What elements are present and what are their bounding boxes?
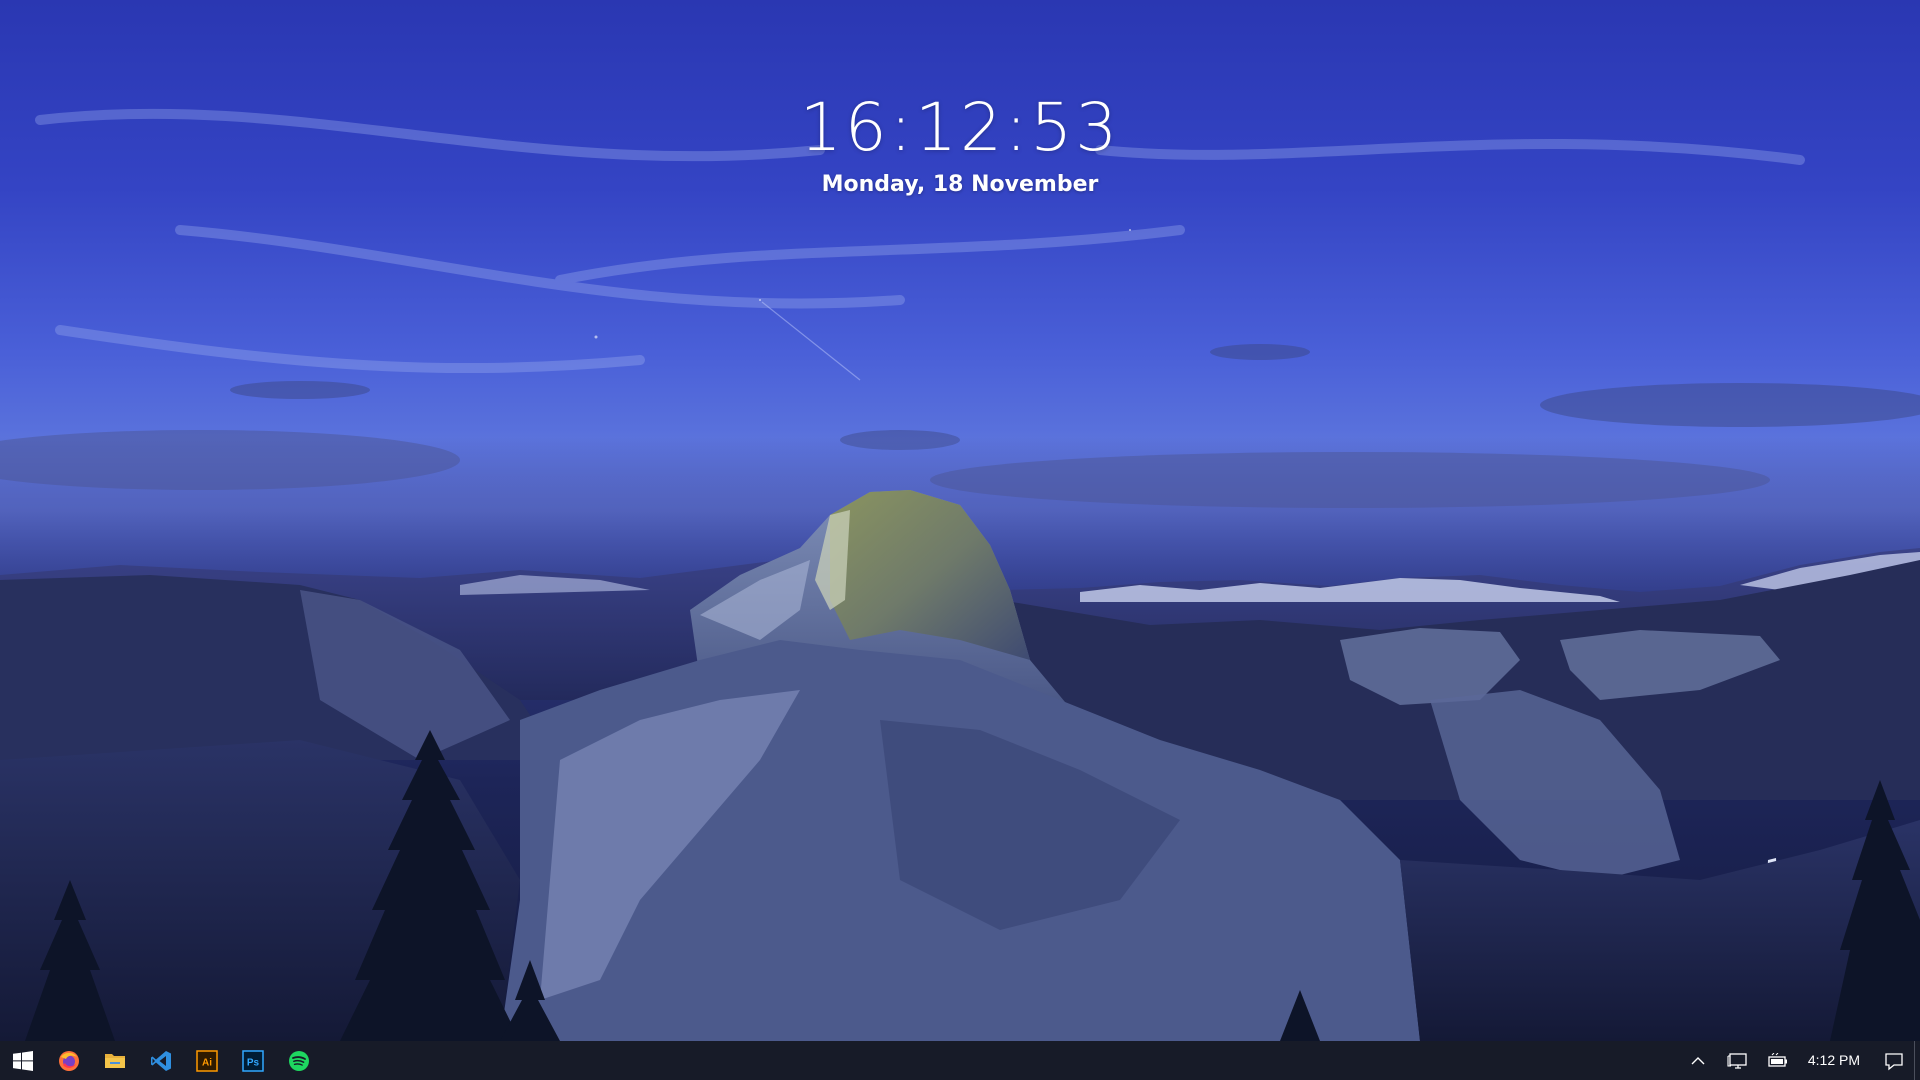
svg-text:Ai: Ai [202, 1057, 212, 1068]
firefox-icon [59, 1050, 79, 1071]
desktop-clock-widget: 16:12:53 Monday, 18 November [760, 88, 1160, 200]
taskbar-vscode-button[interactable] [138, 1041, 184, 1080]
network-status-button[interactable] [1718, 1041, 1758, 1080]
photoshop-icon: Ps [242, 1049, 264, 1072]
vscode-icon [151, 1050, 171, 1071]
svg-text:Ps: Ps [247, 1057, 260, 1068]
taskbar-spotify-button[interactable] [276, 1041, 322, 1080]
network-icon [1727, 1052, 1747, 1069]
windows-logo-icon [13, 1050, 33, 1071]
show-hidden-icons-button[interactable] [1678, 1041, 1718, 1080]
taskbar-photoshop-button[interactable]: Ps [230, 1041, 276, 1080]
spotify-icon [289, 1050, 309, 1071]
chevron-up-icon [1691, 1056, 1705, 1064]
system-tray: 4:12 PM [1678, 1041, 1920, 1080]
clock-date: Monday, 18 November [821, 172, 1099, 197]
start-button[interactable] [0, 1041, 46, 1080]
clock-time: 16:12:53 [799, 89, 1121, 166]
folder-icon [105, 1053, 125, 1068]
taskbar: Ai Ps 4:12 PM [0, 1041, 1920, 1080]
illustrator-icon: Ai [196, 1049, 218, 1072]
action-center-button[interactable] [1874, 1041, 1914, 1080]
desktop-wallpaper: 16:12:53 Monday, 18 November [0, 0, 1920, 1041]
taskbar-clock[interactable]: 4:12 PM [1798, 1041, 1874, 1080]
show-desktop-button[interactable] [1914, 1041, 1920, 1080]
battery-status-button[interactable] [1758, 1041, 1798, 1080]
battery-icon [1768, 1052, 1787, 1067]
taskbar-firefox-button[interactable] [46, 1041, 92, 1080]
taskbar-illustrator-button[interactable]: Ai [184, 1041, 230, 1080]
taskbar-file-explorer-button[interactable] [92, 1041, 138, 1080]
notification-icon [1885, 1052, 1903, 1070]
